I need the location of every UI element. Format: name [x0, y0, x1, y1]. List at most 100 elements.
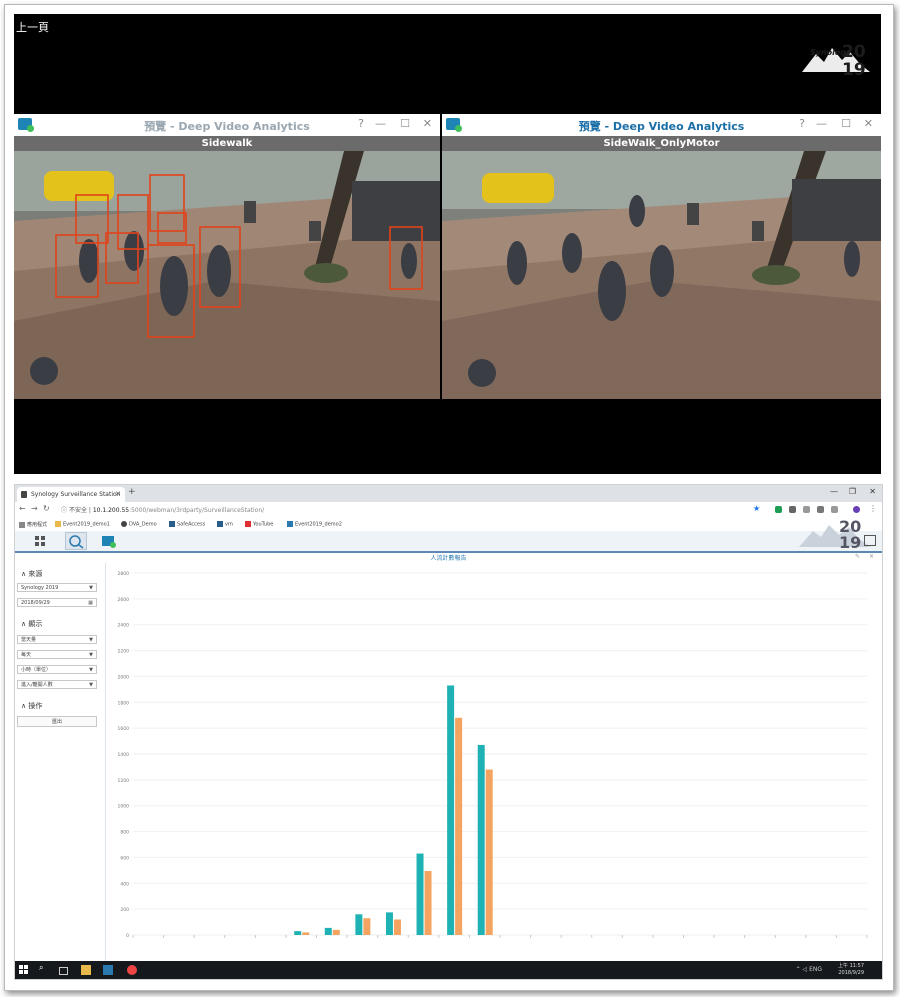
- chart-bar[interactable]: [424, 871, 432, 935]
- app-icon[interactable]: [103, 965, 113, 975]
- url-path: :5000/webman/3rdparty/SurveillanceStatio…: [129, 507, 265, 514]
- maximize-icon[interactable]: ☐: [400, 117, 410, 130]
- forward-arrow-icon[interactable]: →: [31, 504, 38, 513]
- window-titlebar[interactable]: 預覽 - Deep Video Analytics ? — ☐ ✕: [14, 114, 440, 137]
- menu-kebab-icon[interactable]: ⋮: [869, 504, 877, 513]
- y-tick-label: 2200: [118, 649, 130, 655]
- preview-window-left[interactable]: 預覽 - Deep Video Analytics ? — ☐ ✕ Sidewa…: [14, 114, 440, 399]
- chart-bar[interactable]: [416, 853, 424, 935]
- chart-bar[interactable]: [477, 744, 485, 935]
- dva-app-button[interactable]: [97, 532, 119, 550]
- unit-select[interactable]: 小時（單位） ▼: [17, 665, 97, 674]
- browser-minimize-icon[interactable]: —: [830, 487, 838, 496]
- y-tick-label: 1600: [118, 726, 130, 732]
- bookmark-apps[interactable]: 應用程式: [19, 521, 47, 528]
- y-tick-label: 600: [120, 855, 129, 861]
- profile-avatar[interactable]: [853, 506, 860, 513]
- extension-icon[interactable]: [775, 506, 782, 513]
- back-link[interactable]: 上一頁: [16, 19, 49, 35]
- browser-restore-icon[interactable]: ❐: [849, 487, 856, 496]
- camera-feed-sidewalk[interactable]: [14, 151, 440, 399]
- chart-bar[interactable]: [355, 914, 363, 935]
- window-titlebar[interactable]: 預覽 - Deep Video Analytics ? — ☐ ✕: [442, 114, 881, 137]
- y-tick-label: 2000: [118, 674, 130, 680]
- chevron-down-icon: ▼: [89, 585, 93, 591]
- chart-bar[interactable]: [332, 929, 340, 935]
- chart-bar[interactable]: [393, 919, 401, 935]
- panel-layout-icon[interactable]: [864, 535, 876, 546]
- y-tick-label: 800: [120, 830, 129, 836]
- extension-icon[interactable]: [831, 506, 838, 513]
- panel-close-icon[interactable]: ✕: [869, 553, 874, 560]
- help-icon[interactable]: ?: [358, 117, 364, 130]
- chart-bar[interactable]: [455, 717, 463, 935]
- date-field[interactable]: 2018/09/29 ▦: [17, 598, 97, 607]
- search-app-button[interactable]: [65, 532, 87, 550]
- bookmark-star-icon[interactable]: ★: [753, 504, 760, 513]
- y-tick-label: 1400: [118, 752, 130, 758]
- minimize-icon[interactable]: —: [375, 117, 386, 130]
- period-select[interactable]: 每天 ▼: [17, 650, 97, 659]
- bookmark-favicon-icon: [121, 521, 127, 527]
- section-source[interactable]: ∧ 來源: [21, 569, 42, 579]
- chrome-icon[interactable]: [127, 965, 137, 975]
- browser-window: Synology Surveillance Station ✕ + — ❐ ✕ …: [14, 484, 883, 980]
- preview-window-right[interactable]: 預覽 - Deep Video Analytics ? — ☐ ✕ SideWa…: [442, 114, 881, 399]
- help-icon[interactable]: ?: [799, 117, 805, 130]
- logo-year-bottom: 19: [839, 533, 862, 552]
- panel-title: 人流計數報告: [430, 555, 467, 562]
- clock[interactable]: 上午 11:57 2018/9/29: [838, 963, 864, 977]
- browser-tab[interactable]: Synology Surveillance Station ✕: [17, 487, 125, 502]
- tab-strip: Synology Surveillance Station ✕ + — ❐ ✕: [15, 485, 882, 502]
- bookmark-item[interactable]: vm: [217, 521, 233, 528]
- metric-select[interactable]: 進入/離開人數 ▼: [17, 680, 97, 689]
- new-tab-button[interactable]: +: [128, 487, 136, 497]
- folder-icon: [55, 521, 61, 527]
- close-icon[interactable]: ✕: [423, 117, 432, 130]
- file-explorer-icon[interactable]: [81, 965, 91, 975]
- url-bar[interactable]: ⓘ 不安全 | 10.1.200.55:5000/webman/3rdparty…: [61, 505, 264, 514]
- chart-bar[interactable]: [385, 912, 393, 935]
- extension-icon[interactable]: [803, 506, 810, 513]
- bookmark-item[interactable]: Event2019_demo2: [287, 521, 342, 528]
- y-tick-label: 200: [120, 907, 129, 913]
- chart-bar[interactable]: [294, 931, 302, 935]
- chart-bar[interactable]: [324, 927, 332, 935]
- windows-start-icon[interactable]: [19, 965, 29, 975]
- bookmark-item[interactable]: Event2019_demo1: [55, 521, 110, 528]
- source-select[interactable]: Synology 2019 ▼: [17, 583, 97, 592]
- chart-bar[interactable]: [485, 769, 493, 935]
- extension-icon[interactable]: [817, 506, 824, 513]
- bookmark-item[interactable]: DVA_Demo: [121, 521, 157, 528]
- minimize-icon[interactable]: —: [816, 117, 827, 130]
- pin-icon[interactable]: ✎: [855, 553, 860, 560]
- windows-taskbar: ⌕ ⌃ ◁ ENG 上午 11:57 2018/9/29: [15, 961, 882, 979]
- section-action[interactable]: ∧ 操作: [21, 701, 42, 711]
- bookmark-item[interactable]: YouTube: [245, 521, 273, 528]
- bookmark-item[interactable]: SafeAccess: [169, 521, 205, 528]
- chart-bar[interactable]: [363, 918, 371, 935]
- task-view-icon[interactable]: [59, 967, 68, 975]
- synology-2019-watermark: 20 19: [799, 517, 871, 555]
- url-host: 10.1.200.55: [92, 507, 130, 514]
- maximize-icon[interactable]: ☐: [841, 117, 851, 130]
- camera-label: Sidewalk: [14, 136, 440, 151]
- tab-close-icon[interactable]: ✕: [115, 487, 121, 502]
- extension-icon[interactable]: [789, 506, 796, 513]
- range-select[interactable]: 當天量 ▼: [17, 635, 97, 644]
- close-icon[interactable]: ✕: [864, 117, 873, 130]
- security-label: 不安全: [68, 507, 87, 514]
- back-arrow-icon[interactable]: ←: [19, 504, 26, 513]
- browser-close-icon[interactable]: ✕: [869, 487, 876, 496]
- chart-bar[interactable]: [447, 685, 455, 935]
- search-icon[interactable]: ⌕: [39, 963, 49, 973]
- address-bar-row: ← → ↻ ⓘ 不安全 | 10.1.200.55:5000/webman/3r…: [15, 502, 882, 520]
- chart-bar[interactable]: [302, 932, 310, 935]
- video-wall: 上一頁 Synology 20 19 預覽 - Deep Video Analy…: [14, 14, 881, 474]
- export-button[interactable]: 匯出: [17, 716, 97, 727]
- main-menu-button[interactable]: [29, 532, 51, 550]
- reload-icon[interactable]: ↻: [43, 504, 50, 513]
- system-tray-icons[interactable]: ⌃ ◁ ENG: [796, 966, 822, 973]
- camera-feed-sidewalk-onlymotor[interactable]: [442, 151, 881, 399]
- section-display[interactable]: ∧ 顯示: [21, 619, 42, 629]
